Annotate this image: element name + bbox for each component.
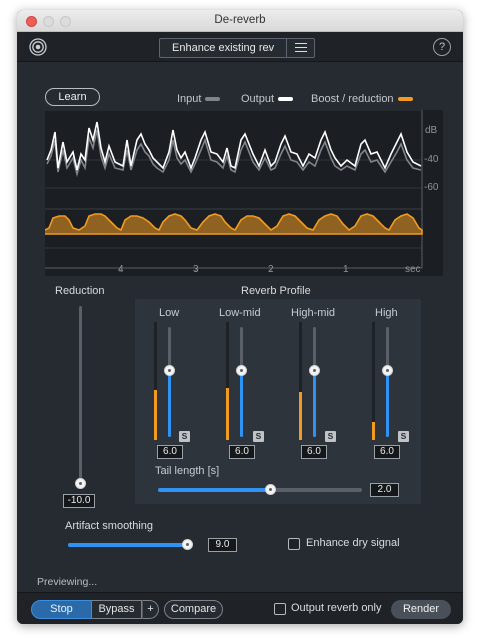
band-high-value[interactable]: 6.0	[374, 445, 400, 459]
window-title: De-reverb	[214, 14, 266, 26]
bypass-button[interactable]: Bypass	[92, 600, 142, 619]
band-low-slider-fill	[168, 370, 171, 437]
output-reverb-only-checkbox[interactable]	[274, 603, 286, 615]
tail-length-value[interactable]: 2.0	[370, 483, 399, 497]
tail-length-slider-fill	[158, 488, 270, 492]
footer-bar: Stop Bypass + Compare Output reverb only…	[17, 592, 463, 624]
legend-boost-reduction: Boost / reduction	[311, 93, 413, 105]
time-label-2: 2	[268, 264, 274, 275]
legend-output-swatch	[278, 97, 294, 102]
preset-selector[interactable]: Enhance existing rev ⌵	[159, 38, 315, 58]
reduction-slider-track[interactable]	[79, 306, 82, 483]
band-high-mid-value[interactable]: 6.0	[301, 445, 327, 459]
band-high-mid-slider-fill	[313, 370, 316, 437]
artifact-smoothing-value[interactable]: 9.0	[208, 538, 237, 552]
band-high-mid-meter	[299, 322, 302, 440]
chevron-down-icon: ⌵	[265, 43, 272, 53]
band-high-slider-knob[interactable]	[382, 365, 393, 376]
legend-input-swatch	[205, 97, 221, 102]
reduction-label: Reduction	[55, 285, 105, 297]
help-button[interactable]: ?	[433, 38, 451, 56]
legend-boost-swatch	[397, 97, 413, 102]
de-reverb-window: De-reverb Enhance existing rev ⌵ ? Learn…	[17, 10, 463, 624]
waveform-display: dB -40 -60	[45, 110, 443, 276]
band-low-mid-slider-knob[interactable]	[236, 365, 247, 376]
render-button[interactable]: Render	[391, 600, 451, 619]
band-low-mid-solo-button[interactable]: S	[253, 431, 264, 442]
preset-name: Enhance existing rev	[172, 42, 275, 54]
time-label-3: 3	[193, 264, 199, 275]
izotope-logo-icon	[29, 38, 47, 56]
band-low-meter	[154, 322, 157, 440]
band-high-meter	[372, 322, 375, 440]
waveform-graph	[45, 110, 423, 272]
band-low-label: Low	[159, 307, 180, 319]
time-label-sec: sec	[405, 264, 421, 275]
legend-output-label: Output	[241, 93, 275, 105]
legend-output: Output	[241, 93, 294, 105]
legend-input-label: Input	[177, 93, 202, 105]
band-high-mid-slider-knob[interactable]	[309, 365, 320, 376]
band-low-mid-value[interactable]: 6.0	[229, 445, 255, 459]
stop-button[interactable]: Stop	[31, 600, 92, 619]
legend-input: Input	[177, 93, 221, 105]
artifact-smoothing-slider-fill	[68, 543, 187, 547]
preset-menu-button[interactable]	[286, 38, 314, 58]
compare-button[interactable]: Compare	[164, 600, 223, 619]
status-text: Previewing...	[37, 576, 98, 588]
band-high-label: High	[375, 307, 398, 319]
db-label-unit: dB	[425, 125, 438, 136]
band-low-mid-slider-fill	[240, 370, 243, 437]
learn-button[interactable]: Learn	[45, 88, 100, 106]
bypass-options-button[interactable]: +	[142, 600, 159, 619]
module-header: Enhance existing rev ⌵ ?	[17, 32, 463, 62]
time-label-1: 1	[343, 264, 349, 275]
legend-boost-label: Boost / reduction	[311, 93, 394, 105]
enhance-dry-signal-label: Enhance dry signal	[306, 537, 400, 549]
reduction-value[interactable]: -10.0	[63, 494, 95, 508]
reduction-slider-knob[interactable]	[75, 478, 86, 489]
time-label-4: 4	[118, 264, 124, 275]
tail-length-slider-knob[interactable]	[265, 484, 276, 495]
band-low-mid-label: Low-mid	[219, 307, 261, 319]
artifact-smoothing-label: Artifact smoothing	[65, 520, 154, 532]
enhance-dry-signal-checkbox[interactable]	[288, 538, 300, 550]
band-high-mid-solo-button[interactable]: S	[325, 431, 336, 442]
db-label-minus40: -40	[424, 154, 439, 165]
band-low-solo-button[interactable]: S	[179, 431, 190, 442]
title-bar: De-reverb	[17, 10, 463, 32]
tail-length-label: Tail length [s]	[155, 465, 220, 477]
artifact-smoothing-slider-knob[interactable]	[182, 539, 193, 550]
db-label-minus60: -60	[424, 182, 439, 193]
band-low-mid-meter	[226, 322, 229, 440]
band-low-slider-knob[interactable]	[164, 365, 175, 376]
output-reverb-only-label: Output reverb only	[291, 602, 382, 614]
band-high-solo-button[interactable]: S	[398, 431, 409, 442]
reverb-profile-label: Reverb Profile	[241, 285, 311, 297]
band-low-value[interactable]: 6.0	[157, 445, 183, 459]
band-high-slider-fill	[386, 370, 389, 437]
band-high-mid-label: High-mid	[291, 307, 336, 319]
